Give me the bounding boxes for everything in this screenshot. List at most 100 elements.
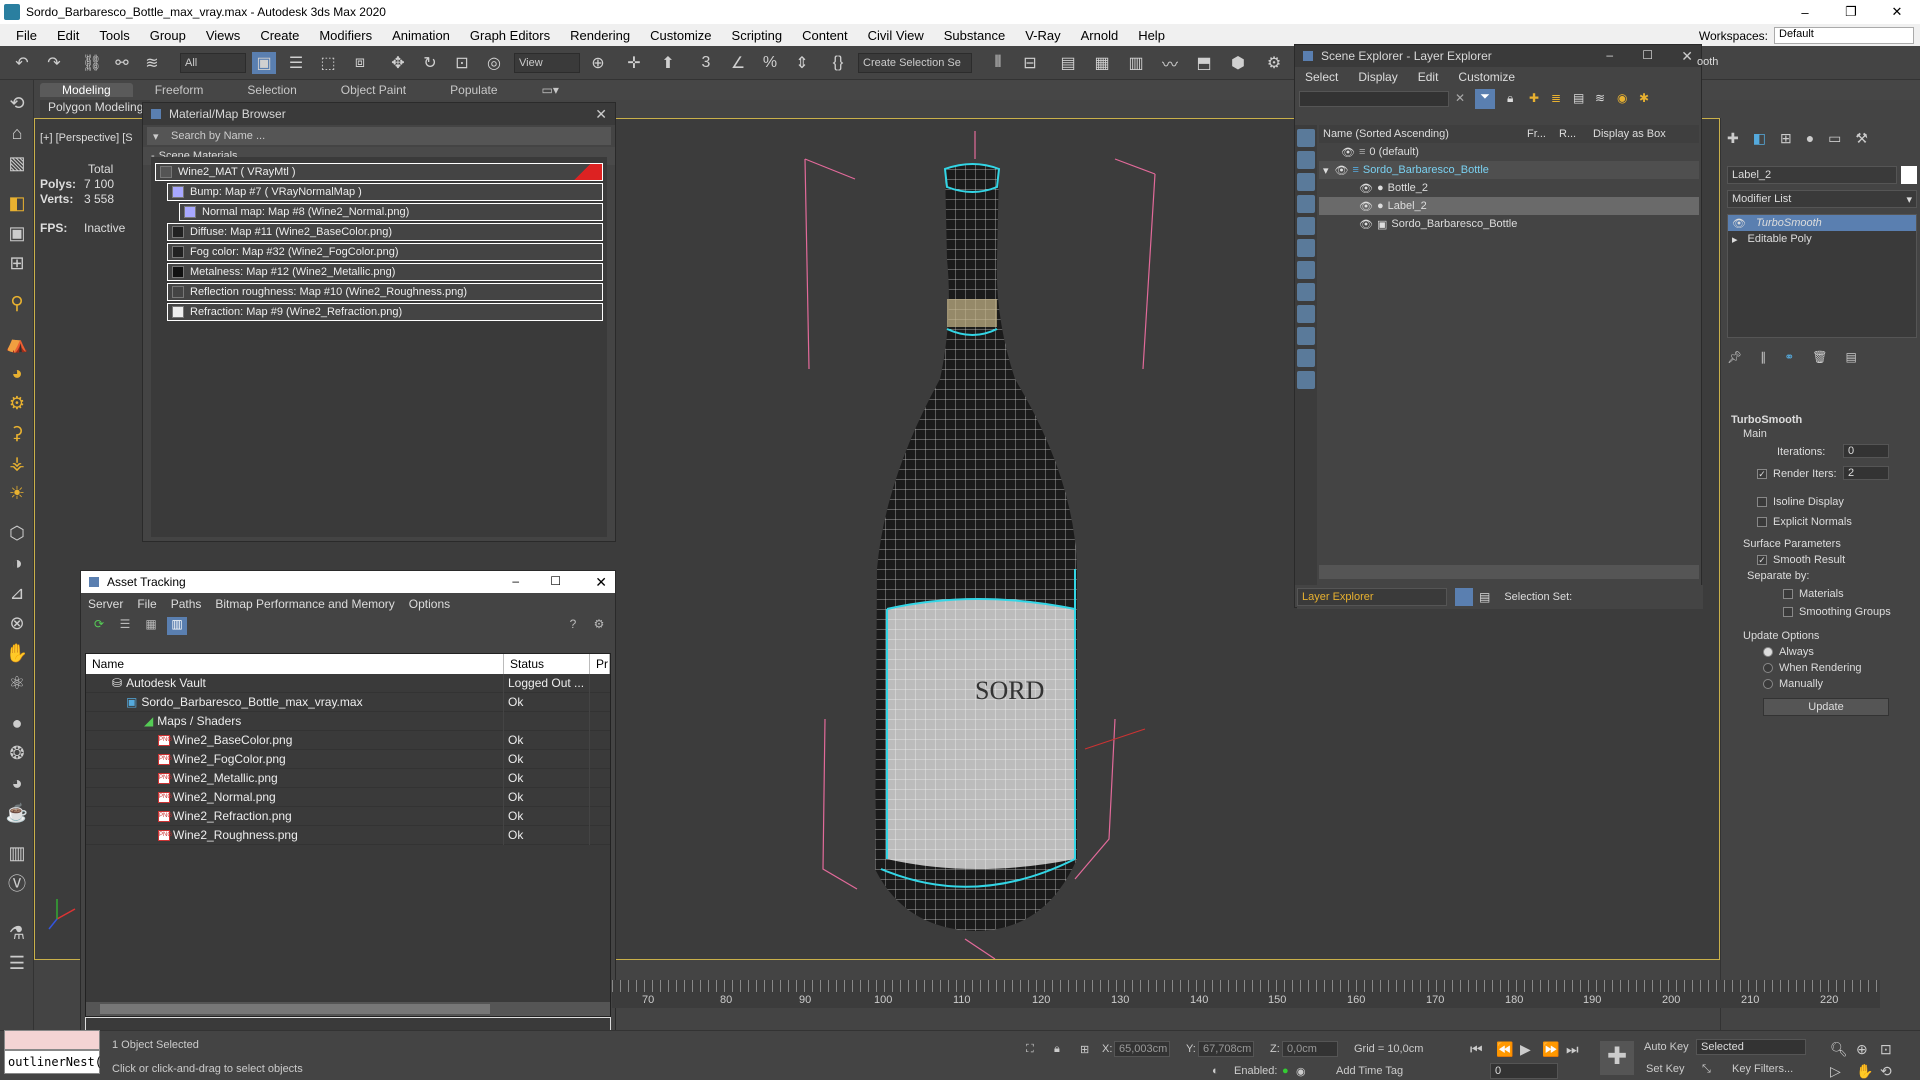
current-frame-field[interactable]: 0	[1490, 1063, 1558, 1079]
curve-editor-icon[interactable]: 〰	[1158, 52, 1182, 74]
menu-civil-view[interactable]: Civil View	[858, 28, 934, 43]
layer-add-icon[interactable]: ≣	[1551, 91, 1561, 105]
window-crossing-icon[interactable]: ⧈	[348, 52, 372, 74]
render-icon[interactable]: ◕	[4, 770, 30, 796]
adaptive-degradation-icon[interactable]: ◐	[1212, 1065, 1219, 1077]
z-coordinate-field[interactable]: 0,0cm	[1282, 1041, 1338, 1057]
object-name-field[interactable]: Label_2	[1727, 166, 1897, 184]
pivot-icon[interactable]: ⊕	[586, 52, 610, 74]
menu-arnold[interactable]: Arnold	[1071, 28, 1129, 43]
when-rendering-radio[interactable]	[1763, 663, 1773, 674]
render-setup-icon[interactable]: ⚙	[1262, 52, 1286, 74]
show-end-result-icon[interactable]: ∥	[1760, 350, 1766, 364]
set-key-big-icon[interactable]: ✚	[1600, 1041, 1634, 1075]
menu-paths[interactable]: Paths	[164, 597, 209, 611]
menu-options[interactable]: Options	[402, 597, 457, 611]
sphere-icon[interactable]: ◑	[4, 550, 30, 576]
layer-hierarchy-icon[interactable]: ≋	[1595, 91, 1605, 105]
tree-row[interactable]: 👁︎ ● Label_2	[1319, 197, 1699, 215]
key-mode-dropdown[interactable]: Selected	[1696, 1039, 1806, 1055]
selection-lock-icon[interactable]: 🔒︎	[1054, 1043, 1060, 1056]
set-key-button[interactable]: Set Key	[1646, 1063, 1685, 1075]
close-icon[interactable]: ✕	[1874, 0, 1920, 24]
map-item[interactable]: Normal map: Map #8 (Wine2_Normal.png)	[179, 203, 603, 221]
tree-row[interactable]: 👁︎ ▣ Sordo_Barbaresco_Bottle	[1319, 215, 1699, 233]
menu-graph-editors[interactable]: Graph Editors	[460, 28, 560, 43]
menu-tools[interactable]: Tools	[89, 28, 139, 43]
spacewarps-icon[interactable]: ◕	[4, 360, 30, 386]
layer-list-icon[interactable]: ▤	[1479, 590, 1490, 604]
select-by-name-icon[interactable]: ☰	[284, 52, 308, 74]
angle-snap-icon[interactable]: ∠	[726, 52, 750, 74]
menu-file[interactable]: File	[6, 28, 47, 43]
smoothing-groups-checkbox[interactable]	[1783, 607, 1793, 618]
motion-icon[interactable]: ⊞	[4, 250, 30, 276]
add-time-tag-button[interactable]: Add Time Tag	[1336, 1065, 1403, 1077]
minimize-icon[interactable]: –	[1782, 0, 1828, 24]
systems-icon[interactable]: ⚙	[4, 390, 30, 416]
col-render[interactable]: R...	[1559, 128, 1593, 140]
layer-toggle-icon[interactable]	[1455, 588, 1473, 606]
motion-panel-icon[interactable]: ●	[1806, 130, 1814, 147]
keyboard-shortcut-icon[interactable]: ⬆	[656, 52, 680, 74]
x-coordinate-field[interactable]: 65,003cm	[1114, 1041, 1170, 1057]
tab-object-paint[interactable]: Object Paint	[319, 83, 428, 97]
scripting-icon[interactable]: ⚗	[4, 920, 30, 946]
polygon-modeling-panel[interactable]: Polygon Modeling	[40, 100, 150, 118]
modify-panel-icon[interactable]: ◧	[1753, 130, 1766, 147]
spinner-snap-icon[interactable]: ⇕	[790, 52, 814, 74]
move-icon[interactable]: ✥	[386, 52, 410, 74]
new-layer-icon[interactable]: ✚	[1529, 91, 1539, 105]
filter-groups-icon[interactable]	[1297, 261, 1315, 279]
table-row[interactable]: PNG Wine2_BaseColor.png Ok	[86, 730, 610, 750]
tab-selection[interactable]: Selection	[225, 83, 318, 97]
filter-lights-icon[interactable]	[1297, 173, 1315, 191]
tab-freeform[interactable]: Freeform	[133, 83, 226, 97]
tree-row[interactable]: ▾ 👁︎ ≡ Sordo_Barbaresco_Bottle	[1319, 161, 1699, 179]
refresh-icon[interactable]: ⟳	[89, 617, 109, 635]
menu-vray[interactable]: V-Ray	[1015, 28, 1070, 43]
stack-item-turbosmooth[interactable]: 👁︎ TurboSmooth	[1728, 215, 1916, 231]
unlink-icon[interactable]: ⚯	[110, 52, 134, 74]
menu-rendering[interactable]: Rendering	[560, 28, 640, 43]
explorer-type-dropdown[interactable]: Layer Explorer	[1297, 588, 1447, 606]
menu-scripting[interactable]: Scripting	[722, 28, 793, 43]
menu-server[interactable]: Server	[81, 597, 130, 611]
filter-cameras-icon[interactable]	[1297, 195, 1315, 213]
menu-bitmap[interactable]: Bitmap Performance and Memory	[208, 597, 401, 611]
menu-create[interactable]: Create	[250, 28, 309, 43]
sun-icon[interactable]: ☀	[4, 480, 30, 506]
material-search-input[interactable]: ▾ Search by Name ...	[147, 127, 611, 145]
table-row[interactable]: PNG Wine2_FogColor.png Ok	[86, 749, 610, 769]
enabled-indicator-icon[interactable]: ●	[1282, 1065, 1289, 1077]
schematic-view-icon[interactable]: ⬒	[1192, 52, 1216, 74]
pin-stack-icon[interactable]: 📌︎	[1727, 350, 1742, 364]
map-item[interactable]: Diffuse: Map #11 (Wine2_BaseColor.png)	[167, 223, 603, 241]
render-iters-spinner[interactable]: 2	[1843, 466, 1889, 480]
filter-containers-icon[interactable]	[1297, 327, 1315, 345]
tab-modeling[interactable]: Modeling	[40, 83, 133, 97]
map-item[interactable]: Refraction: Map #9 (Wine2_Refraction.png…	[167, 303, 603, 321]
menu-customize[interactable]: Customize	[640, 28, 721, 43]
update-button[interactable]: Update	[1763, 698, 1889, 716]
goto-end-icon[interactable]: ⏭	[1566, 1041, 1579, 1058]
paint-icon[interactable]: ✋	[4, 640, 30, 666]
ribbon-options-icon[interactable]: ▭▾	[520, 83, 581, 97]
bind-spacewarp-icon[interactable]: ≋	[140, 52, 164, 74]
dynamics-icon[interactable]: ⚶	[4, 450, 30, 476]
materials-checkbox[interactable]	[1783, 589, 1793, 600]
map-item[interactable]: Metalness: Map #12 (Wine2_Metallic.png)	[167, 263, 603, 281]
render-iters-checkbox[interactable]: ✓	[1757, 469, 1767, 480]
tape-icon[interactable]: ⚳	[4, 420, 30, 446]
menu-help[interactable]: Help	[1128, 28, 1175, 43]
select-object-icon[interactable]: ▣	[252, 52, 276, 74]
filter-geometry-icon[interactable]	[1297, 129, 1315, 147]
map-item[interactable]: Fog color: Map #32 (Wine2_FogColor.png)	[167, 243, 603, 261]
tree-row[interactable]: 👁︎ ≡ 0 (default)	[1319, 143, 1699, 161]
placement-icon[interactable]: ◎	[482, 52, 506, 74]
expand-icon[interactable]: ▾	[1323, 164, 1329, 177]
vray-icon[interactable]: Ⓥ	[4, 870, 30, 896]
menu-modifiers[interactable]: Modifiers	[309, 28, 382, 43]
rollout-title[interactable]: TurboSmooth	[1731, 414, 1802, 426]
fov-icon[interactable]: ▷	[1830, 1063, 1841, 1080]
